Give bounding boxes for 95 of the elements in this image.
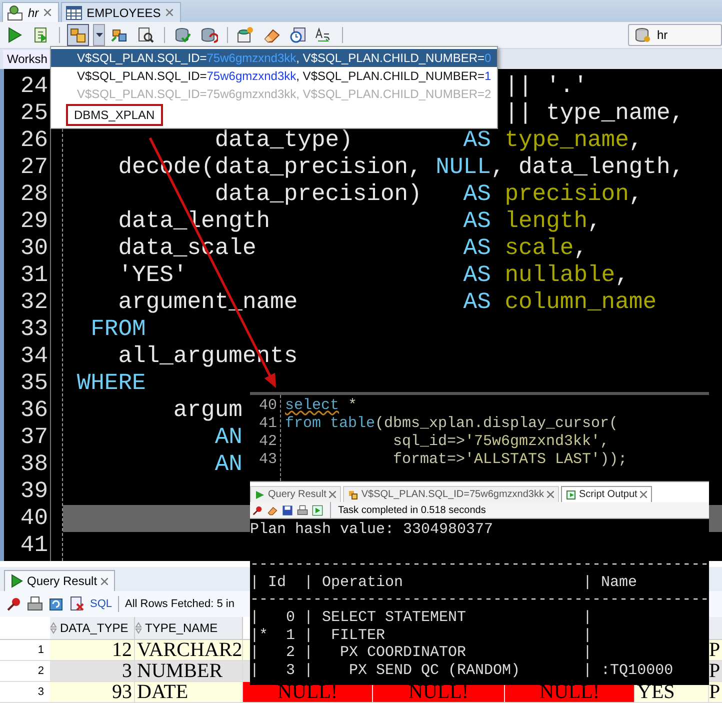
- code-line: select *: [285, 397, 358, 415]
- close-icon[interactable]: [546, 491, 554, 498]
- column-header[interactable]: TYPE_NAME: [135, 617, 243, 640]
- task-status: Task completed in 0.518 seconds: [338, 504, 486, 516]
- output-tab[interactable]: Query Result: [250, 486, 342, 502]
- line-number: 41: [258, 415, 278, 433]
- database-icon: [635, 27, 651, 43]
- column-header[interactable]: DATA_TYPE: [50, 617, 135, 640]
- eraser-icon[interactable]: [267, 504, 278, 516]
- code-line: data_type) AS type_name,: [214, 127, 643, 153]
- output-line: | Id | Operation | Name: [250, 574, 638, 592]
- line-number: 25: [19, 100, 49, 127]
- line-number: 39: [19, 478, 49, 505]
- script-icon[interactable]: [312, 504, 323, 516]
- line-number: 31: [19, 262, 49, 289]
- play-icon: [255, 490, 265, 500]
- line-number: 40: [19, 505, 49, 532]
- editor-tab[interactable]: EMPLOYEES: [60, 2, 181, 22]
- output-line: ---------------------------------------------------: [250, 591, 709, 609]
- close-icon[interactable]: [640, 491, 648, 498]
- table-cell: 12: [50, 640, 135, 661]
- close-icon[interactable]: [329, 491, 336, 498]
- code-line: argum: [173, 397, 242, 423]
- worksheet-tab[interactable]: Worksh: [3, 50, 52, 68]
- print-icon[interactable]: [297, 504, 308, 516]
- table-cell: P: [709, 661, 722, 682]
- output-line: ---------------------------------------------------: [250, 556, 709, 574]
- menu-item[interactable]: V$SQL_PLAN.SQL_ID=75w6gmzxnd3kk, V$SQL_PLAN.CHILD_NUMBER=1: [51, 67, 497, 85]
- delete-icon[interactable]: [69, 596, 85, 612]
- sort-icon: [50, 622, 57, 634]
- line-number: 38: [19, 451, 49, 478]
- table-cell: VARCHAR2: [135, 640, 243, 661]
- output-line: | 2 | PX COORDINATOR |: [250, 644, 594, 662]
- code-line: || '.': [504, 73, 588, 99]
- code-line: WHERE: [76, 370, 146, 396]
- pin-icon[interactable]: [6, 596, 22, 612]
- connection-select[interactable]: hr: [628, 24, 722, 46]
- sql-link[interactable]: SQL: [90, 598, 112, 610]
- caret-icon[interactable]: [93, 24, 105, 46]
- output-line: | 0 | SELECT STATEMENT |: [250, 608, 594, 627]
- line-number: 26: [19, 127, 49, 154]
- line-number: 30: [19, 235, 49, 262]
- sql-file-icon: [7, 4, 23, 20]
- code-line: FROM: [90, 316, 146, 342]
- code-line: AN: [214, 424, 242, 450]
- close-icon[interactable]: [166, 9, 173, 16]
- line-number: 40: [258, 397, 278, 415]
- line-number: 36: [19, 397, 49, 424]
- line-number: 27: [19, 154, 49, 181]
- code-line: AN: [214, 451, 242, 477]
- line-number: 37: [19, 424, 49, 451]
- print-icon[interactable]: [27, 596, 43, 612]
- output-line: Plan hash value: 3304980377: [250, 521, 494, 539]
- line-number: 29: [19, 208, 49, 235]
- play-icon: [11, 574, 23, 588]
- output-tab[interactable]: V$SQL_PLAN.SQL_ID=75w6gmzxnd3kk: [343, 486, 559, 502]
- menu-item[interactable]: DBMS_XPLAN: [68, 106, 161, 124]
- menu-item[interactable]: V$SQL_PLAN.SQL_ID=75w6gmzxnd3kk, V$SQL_PLAN.CHILD_NUMBER=0: [51, 49, 497, 67]
- editor-tab[interactable]: hr: [2, 2, 59, 22]
- line-number: 42: [258, 433, 278, 451]
- line-number: 32: [19, 289, 49, 316]
- pin-icon[interactable]: [252, 504, 263, 516]
- line-number: 43: [258, 451, 278, 469]
- line-number: 33: [19, 316, 49, 343]
- code-line: sql_id=>'75w6gmzxnd3kk',: [392, 433, 610, 451]
- plan-icon[interactable]: [67, 24, 89, 46]
- output-line: |* 1 | FILTER |: [250, 626, 594, 644]
- code-line: || type_name,: [504, 100, 684, 126]
- output-line: | 3 | PX SEND QC (RANDOM) | :TQ10000: [250, 662, 674, 680]
- code-line: data_precision) AS precision,: [214, 181, 643, 207]
- plan-icon: [348, 490, 358, 500]
- code-line: from table(dbms_xplan.display_cursor(: [285, 415, 620, 433]
- table-cell: 93: [50, 682, 135, 703]
- fetch-status: All Rows Fetched: 5 in: [125, 598, 234, 610]
- output-tab[interactable]: Script Output: [560, 486, 652, 502]
- sort-icon: [135, 622, 142, 634]
- table-icon: [66, 6, 82, 20]
- line-number: 35: [19, 370, 49, 397]
- table-cell: DATE: [135, 682, 243, 703]
- script-icon: [566, 490, 576, 500]
- close-icon[interactable]: [101, 578, 108, 584]
- table-cell: P: [709, 682, 722, 703]
- table-cell: NUMBER: [135, 661, 243, 682]
- refresh-icon[interactable]: [48, 596, 64, 612]
- line-number: 28: [19, 181, 49, 208]
- query-result-tab[interactable]: Query Result: [4, 570, 116, 591]
- close-icon[interactable]: [44, 9, 51, 16]
- code-line: 'YES' AS nullable,: [118, 262, 629, 288]
- line-number: 41: [19, 532, 49, 559]
- table-cell: P: [709, 640, 722, 661]
- line-number: 24: [19, 73, 49, 100]
- line-number: 34: [19, 343, 49, 370]
- save-icon[interactable]: [282, 504, 293, 516]
- code-line: format=>'ALLSTATS LAST'));: [392, 451, 628, 469]
- table-cell: 3: [50, 661, 135, 682]
